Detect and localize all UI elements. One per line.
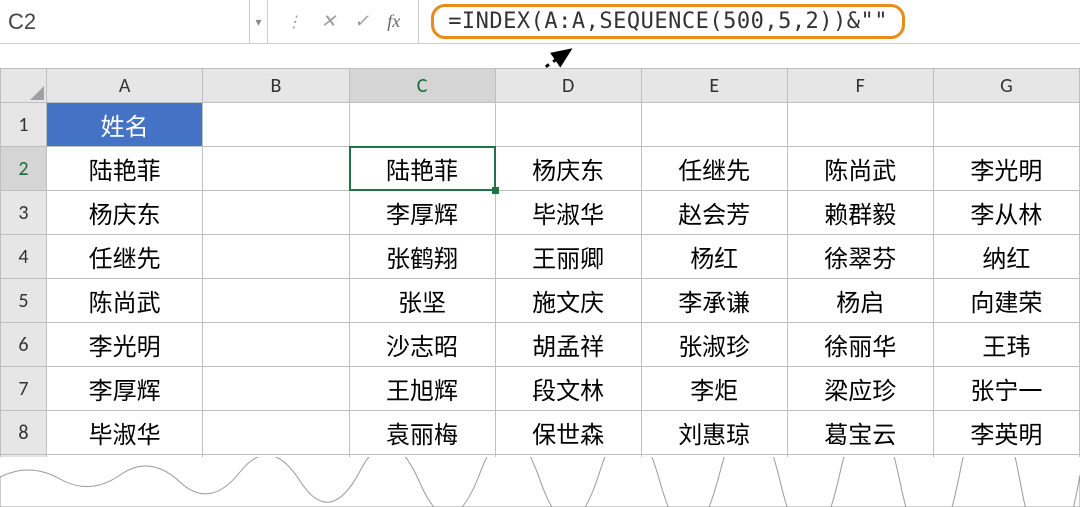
cell-B6[interactable]: [203, 323, 349, 367]
cell-G6[interactable]: 王玮: [933, 323, 1079, 367]
cell-F2[interactable]: 陈尚武: [787, 147, 933, 191]
row-header-4[interactable]: 4: [1, 235, 47, 279]
cell-E3[interactable]: 赵会芳: [641, 191, 787, 235]
cell-G4[interactable]: 纳红: [933, 235, 1079, 279]
cancel-icon[interactable]: ✕: [321, 11, 336, 32]
table-row: 6李光明 沙志昭胡孟祥张淑珍徐丽华王玮: [1, 323, 1080, 367]
cell-C6[interactable]: 沙志昭: [349, 323, 495, 367]
cell-E1[interactable]: [641, 103, 787, 147]
table-row: 4任继先 张鹤翔王丽卿杨红徐翠芬纳红: [1, 235, 1080, 279]
cell-D7[interactable]: 段文林: [495, 367, 641, 411]
cell-D2[interactable]: 杨庆东: [495, 147, 641, 191]
cell-B4[interactable]: [203, 235, 349, 279]
col-header-D[interactable]: D: [495, 69, 641, 103]
cell-G7[interactable]: 张宁一: [933, 367, 1079, 411]
cell-B7[interactable]: [203, 367, 349, 411]
col-header-G[interactable]: G: [933, 69, 1079, 103]
cell-D4[interactable]: 王丽卿: [495, 235, 641, 279]
cell-F7[interactable]: 梁应珍: [787, 367, 933, 411]
cell-F5[interactable]: 杨启: [787, 279, 933, 323]
formula-input[interactable]: =INDEX(A:A,SEQUENCE(500,5,2))&"": [431, 4, 905, 39]
formula-input-wrap: =INDEX(A:A,SEQUENCE(500,5,2))&"": [419, 0, 1080, 43]
spreadsheet-grid[interactable]: A B C D E F G 1姓名2陆艳菲陆艳菲杨庆东任继先陈尚武李光明3杨庆东…: [0, 68, 1080, 499]
col-header-F[interactable]: F: [787, 69, 933, 103]
cell-A5[interactable]: 陈尚武: [46, 279, 203, 323]
fx-icon[interactable]: fx: [387, 11, 400, 32]
col-header-E[interactable]: E: [641, 69, 787, 103]
cell-A8[interactable]: 毕淑华: [46, 411, 203, 455]
table-row: 8毕淑华 袁丽梅保世森刘惠琼葛宝云李英明: [1, 411, 1080, 455]
cell-F6[interactable]: 徐丽华: [787, 323, 933, 367]
row-header-6[interactable]: 6: [1, 323, 47, 367]
cell-C5[interactable]: 张坚: [349, 279, 495, 323]
cell-C3[interactable]: 李厚辉: [349, 191, 495, 235]
cell-D6[interactable]: 胡孟祥: [495, 323, 641, 367]
table-row: 5陈尚武 张坚施文庆李承谦杨启向建荣: [1, 279, 1080, 323]
cell-A6[interactable]: 李光明: [46, 323, 203, 367]
column-header-row: A B C D E F G: [1, 69, 1080, 103]
cell-E5[interactable]: 李承谦: [641, 279, 787, 323]
cell-E6[interactable]: 张淑珍: [641, 323, 787, 367]
cell-A4[interactable]: 任继先: [46, 235, 203, 279]
cell-B5[interactable]: [203, 279, 349, 323]
cell-A1[interactable]: 姓名: [46, 103, 203, 147]
row-header-2[interactable]: 2: [1, 147, 47, 191]
cell-G8[interactable]: 李英明: [933, 411, 1079, 455]
table-row: 7李厚辉 王旭辉段文林李炬梁应珍张宁一: [1, 367, 1080, 411]
cell-G2[interactable]: 李光明: [933, 147, 1079, 191]
cell-D3[interactable]: 毕淑华: [495, 191, 641, 235]
col-header-C[interactable]: C: [349, 69, 495, 103]
cell-C7[interactable]: 王旭辉: [349, 367, 495, 411]
cell-D5[interactable]: 施文庆: [495, 279, 641, 323]
cell-E8[interactable]: 刘惠琼: [641, 411, 787, 455]
cell-B8[interactable]: [203, 411, 349, 455]
cell-B2[interactable]: [203, 147, 349, 191]
cell-B3[interactable]: [203, 191, 349, 235]
cell-C2[interactable]: 陆艳菲: [349, 147, 495, 191]
row-header-7[interactable]: 7: [1, 367, 47, 411]
cell-B1[interactable]: [203, 103, 349, 147]
col-header-B[interactable]: B: [203, 69, 349, 103]
cell-C4[interactable]: 张鹤翔: [349, 235, 495, 279]
row-header-3[interactable]: 3: [1, 191, 47, 235]
table-row: 3杨庆东 李厚辉毕淑华赵会芳赖群毅李从林: [1, 191, 1080, 235]
cell-E4[interactable]: 杨红: [641, 235, 787, 279]
cell-C8[interactable]: 袁丽梅: [349, 411, 495, 455]
cell-A7[interactable]: 李厚辉: [46, 367, 203, 411]
cell-A3[interactable]: 杨庆东: [46, 191, 203, 235]
expand-icon[interactable]: ⋮: [286, 12, 303, 32]
row-header-5[interactable]: 5: [1, 279, 47, 323]
formula-bar: C2 ▾ ⋮ ✕ ✓ fx =INDEX(A:A,SEQUENCE(500,5,…: [0, 0, 1080, 44]
table-row: 2陆艳菲陆艳菲杨庆东任继先陈尚武李光明: [1, 147, 1080, 191]
select-all-corner[interactable]: [1, 69, 47, 103]
name-box-dropdown[interactable]: ▾: [250, 0, 268, 43]
col-header-A[interactable]: A: [46, 69, 203, 103]
torn-edge-decoration: [0, 457, 1080, 507]
formula-bar-icons: ⋮ ✕ ✓ fx: [268, 0, 419, 43]
cell-G1[interactable]: [933, 103, 1079, 147]
enter-icon[interactable]: ✓: [354, 11, 369, 32]
row-header-1[interactable]: 1: [1, 103, 47, 147]
name-box[interactable]: C2: [0, 0, 250, 43]
cell-F3[interactable]: 赖群毅: [787, 191, 933, 235]
row-header-8[interactable]: 8: [1, 411, 47, 455]
cell-D8[interactable]: 保世森: [495, 411, 641, 455]
cell-E2[interactable]: 任继先: [641, 147, 787, 191]
cell-F8[interactable]: 葛宝云: [787, 411, 933, 455]
cell-A2[interactable]: 陆艳菲: [46, 147, 203, 191]
cell-F1[interactable]: [787, 103, 933, 147]
cell-D1[interactable]: [495, 103, 641, 147]
cell-E7[interactable]: 李炬: [641, 367, 787, 411]
cell-C1[interactable]: [349, 103, 495, 147]
cell-F4[interactable]: 徐翠芬: [787, 235, 933, 279]
table-row: 1姓名: [1, 103, 1080, 147]
cell-G5[interactable]: 向建荣: [933, 279, 1079, 323]
cell-G3[interactable]: 李从林: [933, 191, 1079, 235]
